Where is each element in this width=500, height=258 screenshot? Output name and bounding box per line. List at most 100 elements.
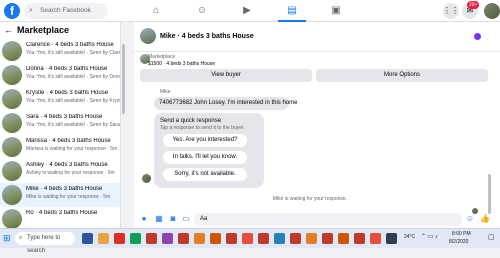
top-navigation-bar: f ⌕ Search Facebook ⌂ ☺ ▶ ▤ ▣ ⋮⋮ ✉ 20+ [0, 0, 500, 22]
conversation-header: Mike · 4 beds 3 baths House [134, 22, 500, 52]
menu-grid-icon[interactable]: ⋮⋮ [443, 3, 459, 19]
app-icon[interactable] [354, 233, 365, 244]
windows-start-icon[interactable]: ⊞ [3, 233, 11, 244]
listing-thumbnail [2, 161, 22, 181]
windows-taskbar: ⊞ ⌕ Type here to search 24°C ⌃ ▭ ♪ 8:00 … [0, 228, 500, 254]
friends-icon[interactable]: ☺ [193, 3, 211, 19]
sender-name: Mike [160, 89, 171, 95]
app-icon[interactable] [210, 233, 221, 244]
conversation-title[interactable]: Mike · 4 beds 3 baths House [160, 33, 254, 40]
item-title: Clarence · 4 beds 3 baths House [26, 42, 114, 48]
quick-response-yes-button[interactable]: Yes. Are you interested? [163, 134, 247, 147]
app-icon[interactable] [322, 233, 333, 244]
system-tray-icons[interactable]: ⌃ ▭ ♪ [421, 233, 438, 240]
app-icon[interactable] [242, 233, 253, 244]
list-item[interactable]: Ashley · 4 beds 3 baths House Ashley is … [0, 159, 120, 183]
app-icon[interactable] [194, 233, 205, 244]
item-title: Marissa · 4 beds 3 baths House [26, 138, 111, 144]
list-item[interactable]: Sara · 4 beds 3 baths House You: Yes, it… [0, 111, 120, 135]
item-subtitle: Marissa is waiting for your response · 5… [26, 146, 118, 152]
conversation-panel: Mike · 4 beds 3 baths House Marketplace … [134, 22, 500, 228]
app-icon[interactable] [306, 233, 317, 244]
app-icon[interactable] [178, 233, 189, 244]
quick-response-sorry-button[interactable]: Sorry, it's not available. [163, 168, 247, 181]
image-icon[interactable]: ▦ [154, 214, 164, 224]
list-item[interactable]: Clarence · 4 beds 3 baths House You: Yes… [0, 39, 120, 63]
notification-badge: 20+ [467, 1, 480, 9]
quick-response-subtitle: Tap a response to send it to the buyer. [160, 125, 245, 131]
profile-avatar[interactable] [484, 3, 500, 19]
sidebar-header: ← Marketplace [0, 22, 120, 39]
home-icon[interactable]: ⌂ [147, 3, 165, 19]
app-icon[interactable] [274, 233, 285, 244]
microphone-icon[interactable]: ● [139, 214, 149, 224]
taskbar-search-placeholder: Type here to search [27, 235, 61, 254]
listing-thumbnail [2, 209, 22, 228]
notifications-icon[interactable]: ▢ [488, 233, 495, 241]
list-item[interactable]: Ro · 4 beds 3 baths House [0, 207, 120, 228]
like-icon[interactable]: 👍 [480, 214, 490, 224]
clock-time[interactable]: 8:00 PM [452, 231, 471, 237]
list-item-selected[interactable]: Mike · 4 beds 3 baths House Mike is wait… [0, 183, 120, 207]
listing-thumbnail [2, 113, 22, 133]
item-subtitle: You: Yes, it's still available! · Seen b… [26, 98, 120, 104]
app-icon[interactable] [386, 233, 397, 244]
marketplace-inbox-sidebar: ← Marketplace Clarence · 4 beds 3 baths H… [0, 22, 121, 228]
listing-thumbnail [2, 41, 22, 61]
quick-response-card: Send a quick response Tap a response to … [154, 113, 264, 188]
item-subtitle: Mike is waiting for your response · 5m [26, 194, 111, 200]
app-icon[interactable] [130, 233, 141, 244]
item-title: Mike · 4 beds 3 baths House [26, 186, 103, 192]
quick-response-title: Send a quick response [160, 118, 222, 124]
quick-response-talks-button[interactable]: In talks. I'll let you know. [163, 151, 247, 164]
search-icon: ⌕ [29, 7, 33, 14]
weather-status[interactable]: 24°C [404, 234, 415, 240]
search-input[interactable]: ⌕ Search Facebook [24, 3, 108, 19]
message-composer: ● ▦ ◙ ▭ Aa ☺ 👍 [134, 212, 500, 228]
gif-icon[interactable]: ▭ [181, 214, 191, 224]
listing-price: $1500 · 4 beds 3 baths House [148, 61, 215, 67]
listing-thumbnail [2, 89, 22, 109]
facebook-logo[interactable]: f [4, 3, 20, 19]
task-view-icon[interactable] [82, 233, 93, 244]
taskbar-search-input[interactable]: ⌕ Type here to search [15, 232, 75, 254]
search-placeholder: Search Facebook [40, 7, 91, 14]
list-item[interactable]: Marissa · 4 beds 3 baths House Marissa i… [0, 135, 120, 159]
gaming-icon[interactable]: ▣ [327, 3, 345, 19]
list-item[interactable]: Donna · 4 beds 3 baths House You: Yes, i… [0, 63, 120, 87]
file-explorer-icon[interactable] [98, 233, 109, 244]
sender-avatar [142, 174, 151, 183]
emoji-icon[interactable]: ☺ [465, 214, 475, 224]
listing-thumbnail [140, 28, 156, 44]
chrome-icon[interactable] [114, 233, 125, 244]
app-icon[interactable] [162, 233, 173, 244]
view-buyer-button[interactable]: View buyer [140, 69, 312, 82]
thread-scrollbar[interactable] [488, 174, 491, 214]
more-options-button[interactable]: More Options [316, 69, 488, 82]
list-item[interactable]: Krystle · 4 beds 3 baths House You: Yes,… [0, 87, 120, 111]
item-subtitle: You: Yes, it's still available! · Seen b… [26, 74, 120, 80]
listing-thumbnail [2, 185, 22, 205]
message-input[interactable]: Aa [194, 213, 462, 226]
app-icon[interactable] [258, 233, 269, 244]
sticker-icon[interactable]: ◙ [168, 214, 178, 224]
item-title: Krystle · 4 beds 3 baths House [26, 90, 109, 96]
sidebar-scrollbar[interactable] [122, 44, 125, 114]
more-info-icon[interactable] [474, 33, 481, 40]
clock-date[interactable]: 8/2/2020 [449, 239, 468, 245]
back-arrow-icon[interactable]: ← [4, 25, 13, 35]
app-icon[interactable] [338, 233, 349, 244]
app-icon[interactable] [370, 233, 381, 244]
app-icon[interactable] [226, 233, 237, 244]
sidebar-title: Marketplace [17, 25, 70, 35]
item-title: Donna · 4 beds 3 baths House [26, 66, 108, 72]
app-icon[interactable] [146, 233, 157, 244]
app-icon[interactable] [290, 233, 301, 244]
watch-icon[interactable]: ▶ [238, 3, 256, 19]
item-subtitle: You: Yes, it's still available! · Seen b… [26, 50, 120, 56]
item-subtitle: Ashley is waiting for your response · 5m [26, 170, 115, 176]
marketplace-icon[interactable]: ▤ [283, 3, 301, 19]
item-title: Ro · 4 beds 3 baths House [26, 210, 98, 216]
search-icon: ⌕ [19, 235, 23, 241]
listing-label: Marketplace [148, 54, 176, 60]
